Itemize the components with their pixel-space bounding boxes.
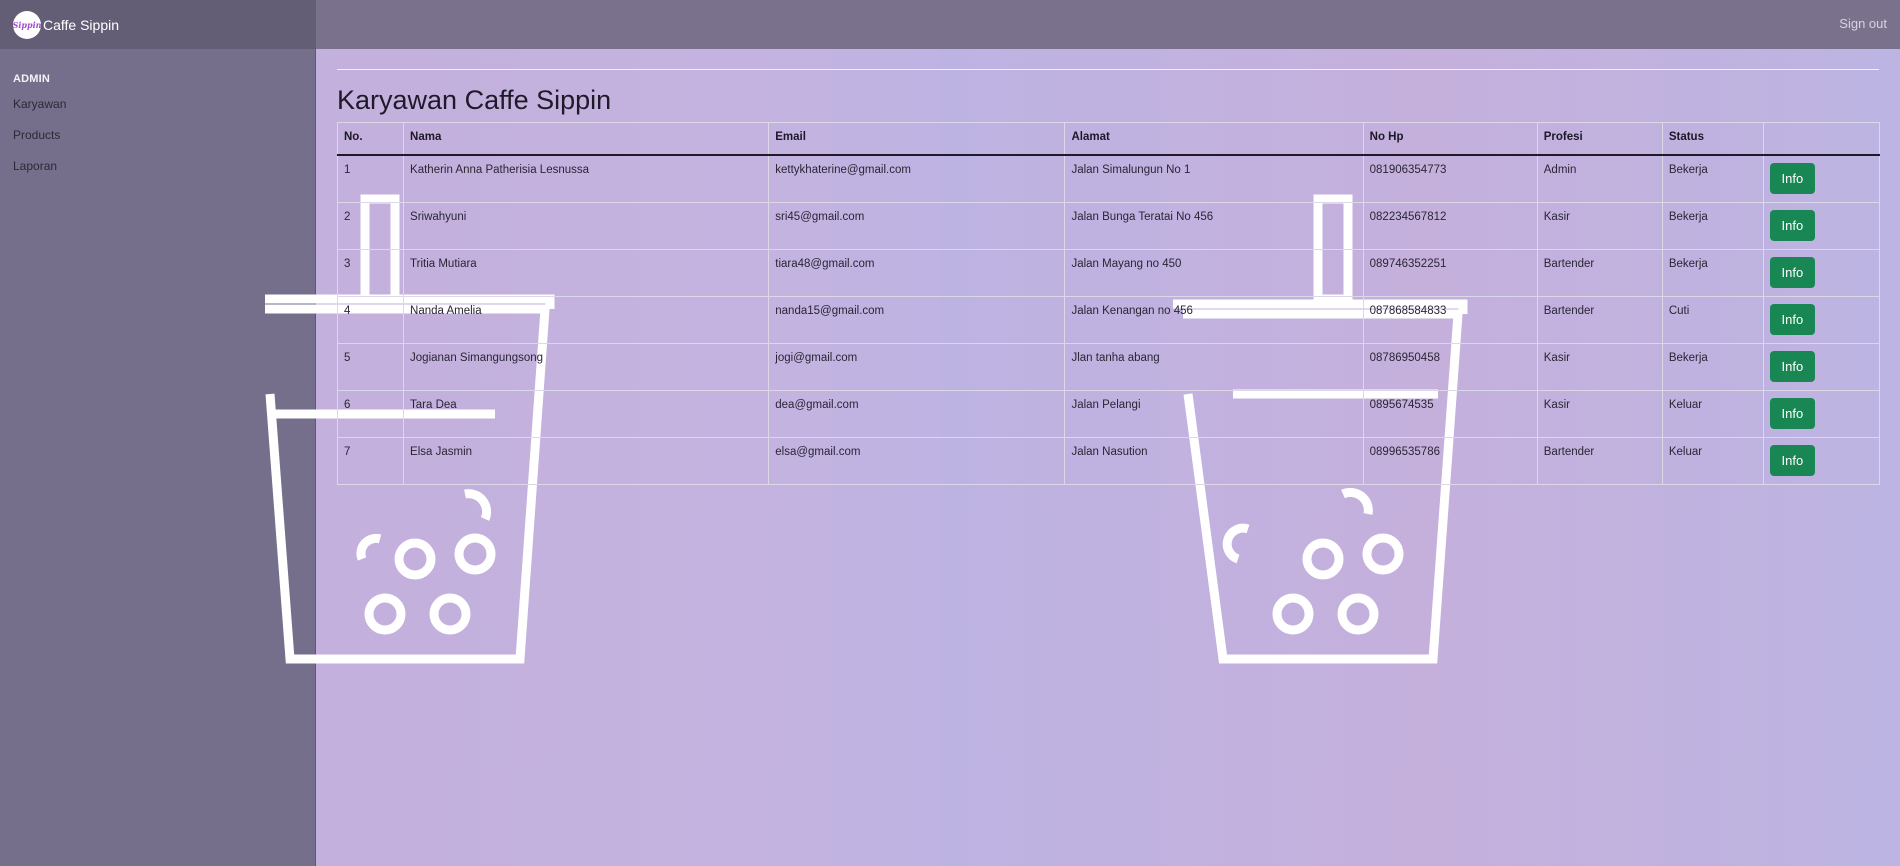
table-row: 3 Tritia Mutiara tiara48@gmail.com Jalan…: [336, 249, 1881, 297]
cell-no: 7: [336, 437, 405, 485]
cell-hp: 089746352251: [1362, 249, 1538, 297]
column-header: Profesi: [1536, 122, 1663, 156]
cell-profesi: Kasir: [1536, 343, 1663, 391]
column-header: Email: [768, 122, 1066, 156]
column-header: No.: [336, 122, 405, 156]
cell-no: 1: [336, 154, 405, 203]
cell-nama: Nanda Amelia: [403, 296, 770, 344]
cell-no: 3: [336, 249, 405, 297]
cell-nama: Jogianan Simangungsong: [403, 343, 770, 391]
cell-status: Cuti: [1661, 296, 1764, 344]
cell-alamat: Jalan Pelangi: [1064, 390, 1364, 438]
top-navbar: Sippin Caffe Sippin Sign out: [0, 0, 1900, 49]
cell-hp: 081906354773: [1362, 154, 1538, 203]
column-header: Alamat: [1064, 122, 1364, 156]
sidebar-item-karyawan[interactable]: Karyawan: [13, 97, 66, 111]
info-button[interactable]: Info: [1769, 163, 1815, 194]
cell-profesi: Kasir: [1536, 202, 1663, 250]
cell-hp: 08786950458: [1362, 343, 1538, 391]
info-button[interactable]: Info: [1769, 398, 1815, 429]
page-title: Karyawan Caffe Sippin: [337, 85, 612, 115]
cell-hp: 082234567812: [1362, 202, 1538, 250]
table-row: 2 Sriwahyuni sri45@gmail.com Jalan Bunga…: [336, 202, 1881, 250]
cell-email: jogi@gmail.com: [768, 343, 1066, 391]
info-button[interactable]: Info: [1769, 257, 1815, 288]
cell-hp: 087868584833: [1362, 296, 1538, 344]
cell-email: tiara48@gmail.com: [768, 249, 1066, 297]
column-header: No Hp: [1362, 122, 1538, 156]
cell-status: Bekerja: [1661, 343, 1764, 391]
brand[interactable]: Sippin Caffe Sippin: [0, 0, 316, 49]
employees-table: No. Nama Email Alamat No Hp Profesi Stat…: [336, 122, 1881, 485]
cell-action: Info: [1762, 154, 1881, 203]
table-row: 7 Elsa Jasmin elsa@gmail.com Jalan Nasut…: [336, 437, 1881, 485]
cell-profesi: Kasir: [1536, 390, 1663, 438]
cell-nama: Tritia Mutiara: [403, 249, 770, 297]
info-button[interactable]: Info: [1769, 304, 1815, 335]
cell-email: elsa@gmail.com: [768, 437, 1066, 485]
cell-no: 5: [336, 343, 405, 391]
cell-profesi: Bartender: [1536, 437, 1663, 485]
cell-no: 4: [336, 296, 405, 344]
cell-action: Info: [1762, 296, 1881, 344]
cell-email: dea@gmail.com: [768, 390, 1066, 438]
cell-alamat: Jalan Simalungun No 1: [1064, 154, 1364, 203]
table-row: 4 Nanda Amelia nanda15@gmail.com Jalan K…: [336, 296, 1881, 344]
cell-action: Info: [1762, 202, 1881, 250]
column-header: Nama: [403, 122, 770, 156]
brand-logo: Sippin: [13, 10, 41, 39]
cell-status: Bekerja: [1661, 249, 1764, 297]
main-content: Karyawan Caffe Sippin No. Nama Email Ala…: [265, 49, 1900, 866]
cell-action: Info: [1762, 390, 1881, 438]
cell-email: nanda15@gmail.com: [768, 296, 1066, 344]
cell-hp: 0895674535: [1362, 390, 1538, 438]
column-header: [1762, 122, 1881, 156]
cell-action: Info: [1762, 343, 1881, 391]
info-button[interactable]: Info: [1769, 210, 1815, 241]
info-button[interactable]: Info: [1769, 351, 1815, 382]
cell-profesi: Bartender: [1536, 296, 1663, 344]
cell-nama: Tara Dea: [403, 390, 770, 438]
table-row: 6 Tara Dea dea@gmail.com Jalan Pelangi 0…: [336, 390, 1881, 438]
cell-action: Info: [1762, 437, 1881, 485]
cell-email: kettykhaterine@gmail.com: [768, 154, 1066, 203]
cell-status: Keluar: [1661, 437, 1764, 485]
cell-alamat: Jalan Nasution: [1064, 437, 1364, 485]
cell-status: Bekerja: [1661, 154, 1764, 203]
cell-alamat: Jalan Bunga Teratai No 456: [1064, 202, 1364, 250]
column-header: Status: [1661, 122, 1764, 156]
sign-out-link[interactable]: Sign out: [1839, 16, 1887, 31]
sidebar-item-products[interactable]: Products: [13, 128, 60, 142]
cell-nama: Katherin Anna Patherisia Lesnussa: [403, 154, 770, 203]
cell-status: Keluar: [1661, 390, 1764, 438]
cell-action: Info: [1762, 249, 1881, 297]
cell-status: Bekerja: [1661, 202, 1764, 250]
cell-profesi: Admin: [1536, 154, 1663, 203]
cell-profesi: Bartender: [1536, 249, 1663, 297]
cell-no: 2: [336, 202, 405, 250]
table-row: 5 Jogianan Simangungsong jogi@gmail.com …: [336, 343, 1881, 391]
cell-email: sri45@gmail.com: [768, 202, 1066, 250]
divider: [337, 69, 1879, 70]
cell-alamat: Jalan Mayang no 450: [1064, 249, 1364, 297]
cell-alamat: Jalan Kenangan no 456: [1064, 296, 1364, 344]
cell-hp: 08996535786: [1362, 437, 1538, 485]
table-row: 1 Katherin Anna Patherisia Lesnussa kett…: [336, 154, 1881, 203]
cell-no: 6: [336, 390, 405, 438]
cell-nama: Sriwahyuni: [403, 202, 770, 250]
info-button[interactable]: Info: [1769, 445, 1815, 476]
cell-alamat: Jlan tanha abang: [1064, 343, 1364, 391]
sidebar-item-laporan[interactable]: Laporan: [13, 159, 57, 173]
table-header-row: No. Nama Email Alamat No Hp Profesi Stat…: [336, 122, 1881, 156]
cell-nama: Elsa Jasmin: [403, 437, 770, 485]
sidebar-heading: ADMIN: [13, 73, 51, 85]
brand-name: Caffe Sippin: [43, 16, 120, 33]
